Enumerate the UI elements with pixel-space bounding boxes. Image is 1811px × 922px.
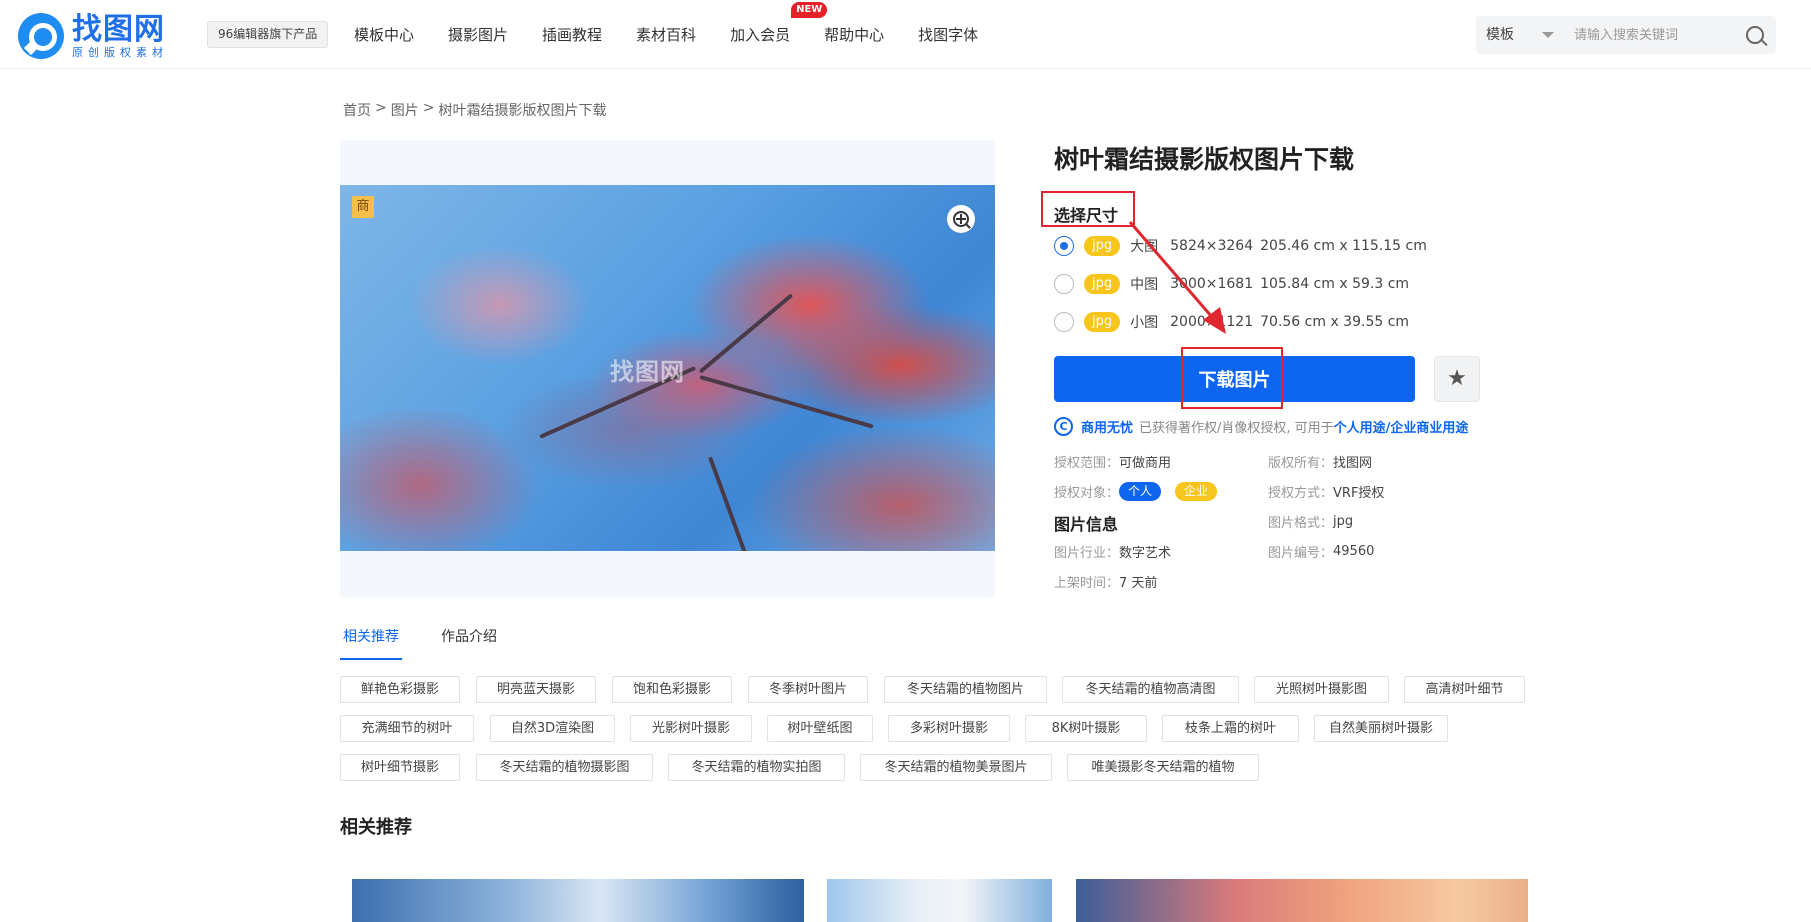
- breadcrumb-home[interactable]: 首页: [343, 100, 371, 120]
- breadcrumb-separator: >: [375, 100, 387, 116]
- nav-photography[interactable]: 摄影图片: [448, 24, 508, 45]
- target-company-badge: 企业: [1175, 482, 1218, 501]
- size-option-medium[interactable]: jpg 中图 3000×1681 105.84 cm x 59.3 cm: [1054, 272, 1409, 296]
- keyword-tag[interactable]: 树叶壁纸图: [767, 715, 873, 742]
- format-tag: jpg: [1084, 236, 1121, 256]
- nav-help-center[interactable]: 帮助中心: [824, 24, 884, 45]
- nav-font[interactable]: 找图字体: [918, 24, 978, 45]
- tab-related[interactable]: 相关推荐: [340, 626, 402, 660]
- image-format: 图片格式： jpg: [1268, 514, 1354, 531]
- keyword-tag[interactable]: 冬天结霜的植物美景图片: [860, 754, 1052, 781]
- related-thumbnail[interactable]: [827, 879, 1052, 922]
- keyword-tag[interactable]: 冬天结霜的植物实拍图: [668, 754, 845, 781]
- target-personal-badge: 个人: [1119, 482, 1162, 501]
- commercial-tag: 商: [352, 196, 374, 218]
- keyword-tag[interactable]: 冬季树叶图片: [748, 676, 868, 703]
- nav-template-center[interactable]: 模板中心: [354, 24, 414, 45]
- new-badge: NEW: [791, 2, 828, 18]
- keyword-tag[interactable]: 冬天结霜的植物摄影图: [476, 754, 653, 781]
- nav-material-wiki[interactable]: 素材百科: [636, 24, 696, 45]
- license-scope: 授权范围： 可做商用: [1054, 456, 1172, 471]
- keyword-tag[interactable]: 自然3D渲染图: [490, 715, 615, 742]
- nav-illustration-tutorial[interactable]: 插画教程: [542, 24, 602, 45]
- keyword-tag[interactable]: 充满细节的树叶: [340, 715, 474, 742]
- format-tag: jpg: [1084, 312, 1121, 332]
- license-method: 授权方式： VRF授权: [1268, 486, 1385, 501]
- chevron-down-icon[interactable]: [1542, 32, 1554, 38]
- size-option-large[interactable]: jpg 大图 5824×3264 205.46 cm x 115.15 cm: [1054, 234, 1427, 258]
- site-header: 找图网 原创版权素材 96编辑器旗下产品 模板中心 摄影图片 插画教程 素材百科…: [0, 0, 1811, 69]
- image-info-heading: 图片信息: [1054, 515, 1119, 534]
- keyword-tag[interactable]: 多彩树叶摄影: [888, 715, 1010, 742]
- keyword-tag[interactable]: 高清树叶细节: [1404, 676, 1525, 703]
- keyword-tag[interactable]: 鲜艳色彩摄影: [340, 676, 460, 703]
- annotation-box-size: [1041, 191, 1135, 227]
- keyword-tag[interactable]: 8K树叶摄影: [1025, 715, 1147, 742]
- size-radio-medium[interactable]: [1054, 274, 1074, 294]
- logo-subtitle: 原创版权素材: [72, 45, 168, 59]
- keyword-tag[interactable]: 光影树叶摄影: [630, 715, 752, 742]
- tab-introduction[interactable]: 作品介绍: [438, 626, 500, 660]
- related-heading: 相关推荐: [340, 817, 412, 838]
- main-nav: 模板中心 摄影图片 插画教程 素材百科 加入会员 NEW 帮助中心 找图字体: [354, 0, 1012, 69]
- logo-title: 找图网: [72, 11, 165, 47]
- size-radio-small[interactable]: [1054, 312, 1074, 332]
- size-option-small[interactable]: jpg 小图 2000×1121 70.56 cm x 39.55 cm: [1054, 310, 1409, 334]
- keyword-tag[interactable]: 唯美摄影冬天结霜的植物: [1067, 754, 1259, 781]
- annotation-box-download: [1181, 347, 1283, 409]
- upload-time: 上架时间： 7 天前: [1054, 576, 1158, 591]
- related-thumbnail[interactable]: [352, 879, 804, 922]
- image-industry: 图片行业： 数字艺术: [1054, 546, 1172, 561]
- search-bar: 模板: [1476, 16, 1776, 54]
- keyword-tag[interactable]: 明亮蓝天摄影: [476, 676, 596, 703]
- keyword-tag[interactable]: 冬天结霜的植物高清图: [1062, 676, 1239, 703]
- license-notice: C 商用无忧 已获得著作权/肖像权授权, 可用于 个人用途/企业商业用途: [1054, 417, 1468, 436]
- site-logo[interactable]: 找图网 原创版权素材: [18, 12, 178, 60]
- size-radio-large[interactable]: [1054, 236, 1074, 256]
- content-tabs: 相关推荐 作品介绍: [340, 626, 1525, 660]
- license-text: 已获得著作权/肖像权授权, 可用于: [1139, 421, 1334, 436]
- search-category-select[interactable]: 模板: [1486, 16, 1514, 54]
- breadcrumb: 首页 > 图片 > 树叶霜结摄影版权图片下载: [343, 100, 610, 120]
- related-thumbnail[interactable]: [1076, 879, 1528, 922]
- star-icon[interactable]: ★: [1434, 356, 1480, 402]
- keyword-tag[interactable]: 饱和色彩摄影: [612, 676, 732, 703]
- keyword-tag[interactable]: 树叶细节摄影: [340, 754, 460, 781]
- format-tag: jpg: [1084, 274, 1121, 294]
- license-usage-link[interactable]: 个人用途/企业商业用途: [1334, 417, 1469, 436]
- breadcrumb-separator: >: [422, 100, 435, 116]
- watermark: 找图网: [610, 358, 685, 386]
- nav-join-member[interactable]: 加入会员 NEW: [730, 2, 828, 45]
- breadcrumb-images[interactable]: 图片: [391, 100, 419, 120]
- keyword-tag[interactable]: 自然美丽树叶摄影: [1314, 715, 1448, 742]
- search-input[interactable]: [1574, 23, 1734, 47]
- product-badge[interactable]: 96编辑器旗下产品: [207, 21, 329, 48]
- image-number: 图片编号： 49560: [1268, 544, 1375, 561]
- license-strong: 商用无忧: [1081, 421, 1134, 436]
- nav-join-member-label: 加入会员: [730, 26, 791, 44]
- breadcrumb-current: 树叶霜结摄影版权图片下载: [438, 103, 607, 119]
- keyword-tag[interactable]: 枝条上霜的树叶: [1162, 715, 1299, 742]
- keyword-tag[interactable]: 光照树叶摄影图: [1254, 676, 1389, 703]
- page-title: 树叶霜结摄影版权图片下载: [1054, 145, 1355, 174]
- logo-icon: [18, 13, 64, 59]
- license-target: 授权对象： 个人 企业: [1054, 482, 1231, 501]
- copyright-icon: C: [1054, 417, 1073, 436]
- search-icon[interactable]: [1746, 26, 1764, 44]
- keyword-tag[interactable]: 冬天结霜的植物图片: [884, 676, 1047, 703]
- copyright-owner: 版权所有： 找图网: [1268, 456, 1373, 471]
